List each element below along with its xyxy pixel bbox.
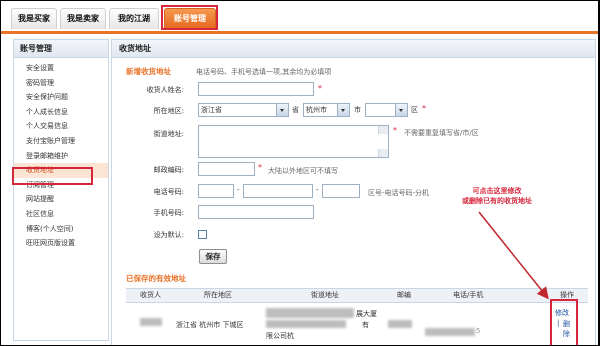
phone-redacted bbox=[425, 328, 475, 336]
tab-buyer[interactable]: 我是买家 bbox=[11, 8, 57, 29]
zip-label: 邮政编码: bbox=[153, 166, 184, 174]
col-street: 街道地址 bbox=[311, 291, 339, 299]
page-title: 收货地址 bbox=[112, 40, 595, 58]
row-phone-tail: 5 bbox=[476, 327, 481, 335]
sidebar-item-growth[interactable]: 个人成长信息 bbox=[14, 105, 108, 120]
phone-number-input[interactable] bbox=[243, 184, 313, 198]
row-street-line1: 展大厦 bbox=[356, 310, 377, 318]
annotation-line-1: 可点击这里修改 bbox=[472, 187, 522, 195]
zip-redacted bbox=[388, 320, 412, 328]
tab-highlight-box bbox=[161, 5, 218, 30]
row-street-extra: 有 bbox=[362, 321, 369, 329]
sidebar-item-security[interactable]: 安全设置 bbox=[14, 61, 108, 76]
sidebar-title: 账号管理 bbox=[14, 40, 108, 58]
col-recipient: 收货人 bbox=[140, 291, 161, 299]
tab-community[interactable]: 我的江湖 bbox=[109, 8, 159, 29]
street-redacted bbox=[266, 308, 354, 318]
name-required-mark: * bbox=[318, 84, 322, 93]
sidebar-highlight-box bbox=[12, 167, 93, 185]
street-textarea[interactable] bbox=[198, 125, 389, 158]
address-table-header: 收货人 所在地区 街道地址 邮编 电话/手机 操作 bbox=[126, 288, 588, 303]
sidebar-item-trade-info[interactable]: 个人交易信息 bbox=[14, 119, 108, 134]
chevron-down-icon bbox=[395, 104, 407, 116]
annotation-note: 可点击这里修改 或删除已有的收货地址 bbox=[437, 186, 557, 206]
sidebar-item-password[interactable]: 密码管理 bbox=[14, 76, 108, 91]
annotation-line-2: 或删除已有的收货地址 bbox=[462, 197, 532, 205]
city-value: 杭州市 bbox=[306, 106, 327, 114]
district-suffix: 区 bbox=[411, 106, 418, 114]
col-phone: 电话/手机 bbox=[453, 291, 484, 299]
mobile-input[interactable] bbox=[198, 205, 314, 219]
city-suffix: 市 bbox=[354, 106, 361, 114]
sidebar: 账号管理 安全设置 密码管理 安全保护问题 个人成长信息 个人交易信息 支付宝账… bbox=[13, 39, 109, 341]
sidebar-item-reminders[interactable]: 网站提醒 bbox=[14, 192, 108, 207]
street-required-mark: * bbox=[393, 126, 397, 135]
chevron-down-icon bbox=[337, 104, 349, 116]
sidebar-item-alipay[interactable]: 支付宝账户管理 bbox=[14, 134, 108, 149]
top-nav: 我是买家 我是卖家 我的江湖 账号管理 bbox=[1, 1, 598, 34]
street-label: 街道地址: bbox=[153, 130, 184, 138]
phone-label: 电话号码: bbox=[153, 188, 184, 196]
actions-highlight-box bbox=[550, 299, 578, 345]
page: 我是买家 我是卖家 我的江湖 账号管理 账号管理 安全设置 密码管理 安全保护问… bbox=[1, 1, 598, 345]
saved-address-title: 已保存的有效地址 bbox=[126, 274, 186, 283]
name-input[interactable] bbox=[198, 82, 314, 96]
region-label: 所在地区: bbox=[153, 107, 184, 115]
new-address-title: 新增收货地址 bbox=[126, 67, 171, 76]
name-label: 收货人姓名: bbox=[146, 86, 184, 94]
save-button[interactable]: 保存 bbox=[199, 249, 227, 264]
chevron-down-icon bbox=[276, 104, 288, 116]
phone-separator: - bbox=[316, 186, 319, 194]
province-select[interactable]: 浙江省 bbox=[198, 103, 289, 117]
default-checkbox[interactable] bbox=[198, 230, 207, 239]
zip-required-mark: * bbox=[258, 163, 262, 172]
sidebar-item-email[interactable]: 登录邮箱维护 bbox=[14, 149, 108, 164]
phone-extension-input[interactable] bbox=[322, 184, 360, 198]
street-hint: 不需要重复填写省/市/区 bbox=[404, 129, 479, 137]
scroll-up-icon[interactable] bbox=[378, 126, 388, 134]
row-region: 浙江省 杭州市 下城区 bbox=[176, 321, 244, 329]
tab-seller[interactable]: 我是卖家 bbox=[60, 8, 106, 29]
city-select[interactable]: 杭州市 bbox=[303, 103, 350, 117]
sidebar-item-security-question[interactable]: 安全保护问题 bbox=[14, 90, 108, 105]
recipient-redacted bbox=[140, 318, 162, 326]
zip-hint: 大陆以外地区可不填写 bbox=[268, 167, 338, 175]
phone-area-code-input[interactable] bbox=[198, 184, 234, 198]
sidebar-item-wangwang[interactable]: 旺旺网页版设置 bbox=[14, 236, 108, 251]
scroll-down-icon[interactable] bbox=[378, 149, 388, 157]
col-region: 所在地区 bbox=[204, 291, 232, 299]
district-select[interactable] bbox=[365, 103, 408, 117]
new-address-hint: 电话号码、手机号选填一项,其余均为必填项 bbox=[196, 68, 332, 76]
row-street-line2: 限公司杭 bbox=[266, 332, 294, 340]
sidebar-item-blog[interactable]: 博客(个人空间) bbox=[14, 222, 108, 237]
province-suffix: 省 bbox=[292, 106, 299, 114]
province-value: 浙江省 bbox=[201, 106, 222, 114]
street-redacted bbox=[266, 320, 346, 328]
phone-separator: - bbox=[237, 186, 240, 194]
phone-hint: 区号-电话号码-分机 bbox=[368, 189, 430, 197]
sidebar-item-community[interactable]: 社区信息 bbox=[14, 207, 108, 222]
mobile-label: 手机号码: bbox=[153, 209, 184, 217]
col-zip: 邮编 bbox=[397, 291, 411, 299]
zip-input[interactable] bbox=[198, 162, 255, 176]
region-required-mark: * bbox=[422, 104, 426, 113]
default-label: 设为默认: bbox=[153, 231, 184, 239]
